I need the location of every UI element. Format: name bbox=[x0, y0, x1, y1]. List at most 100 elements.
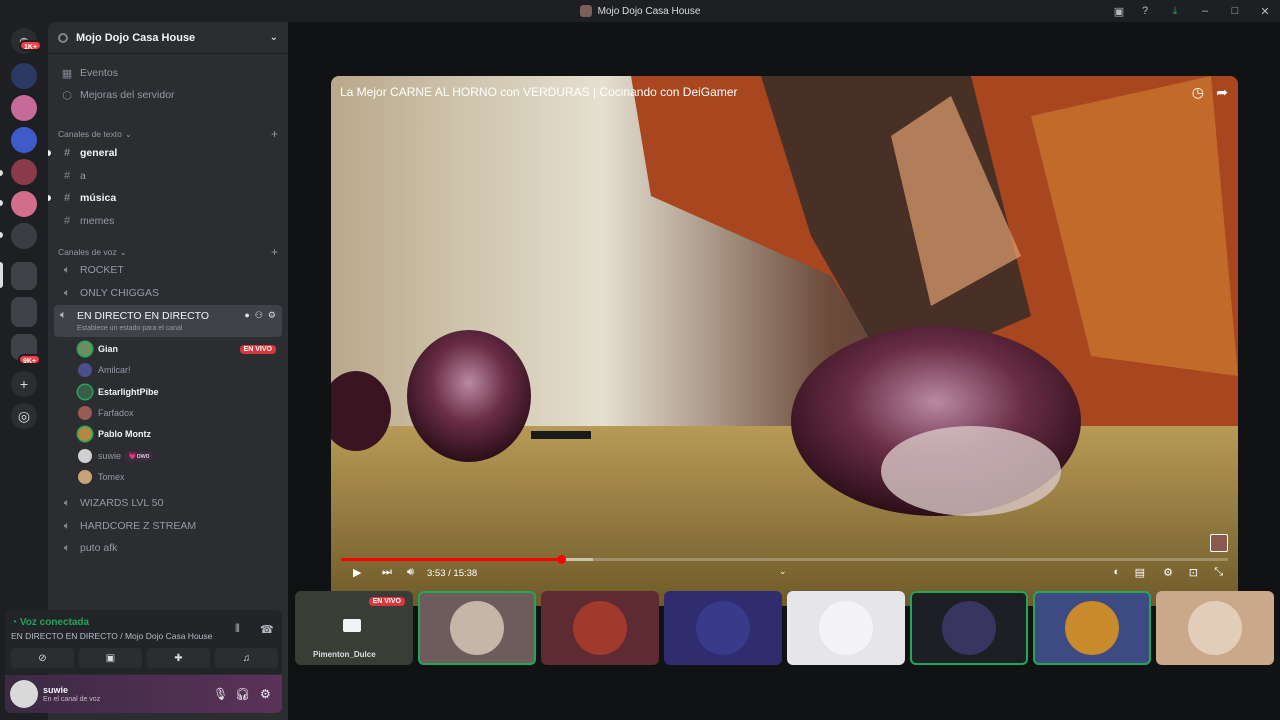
autoplay-toggle-icon[interactable]: ◐ bbox=[1113, 566, 1120, 578]
server-icon[interactable] bbox=[11, 127, 37, 153]
close-icon[interactable]: ✕ bbox=[1250, 0, 1280, 22]
video-title[interactable]: La Mejor CARNE AL HORNO con VERDURAS | C… bbox=[340, 85, 737, 99]
voice-channel-path[interactable]: EN DIRECTO EN DIRECTO / Mojo Dojo Casa H… bbox=[11, 631, 212, 641]
channel-label: memes bbox=[80, 215, 115, 227]
gear-icon[interactable]: ⚙ bbox=[268, 310, 276, 321]
channel-memes[interactable]: # memes bbox=[56, 210, 280, 232]
voice-user[interactable]: Amilcar! bbox=[78, 360, 276, 380]
help-icon[interactable]: ? bbox=[1130, 0, 1160, 22]
voice-user[interactable]: Farfadox bbox=[78, 403, 276, 423]
folder-badge: 9K+ bbox=[18, 354, 42, 365]
speaker-icon: 🔈︎ bbox=[63, 263, 71, 276]
channel-label: ROCKET bbox=[80, 264, 124, 276]
clock-icon[interactable]: ◷ bbox=[1192, 84, 1204, 101]
progress-scrubber[interactable] bbox=[556, 555, 566, 564]
inbox-icon[interactable]: ▣ bbox=[1108, 0, 1130, 22]
voice-channel-rocket[interactable]: 🔈︎ ROCKET bbox=[56, 259, 280, 281]
gear-icon[interactable]: ⚙ bbox=[260, 687, 271, 701]
voice-channel-wizards[interactable]: 🔈︎ WIZARDS LVL 50 bbox=[56, 492, 280, 514]
camera-off-button[interactable]: ⊘ bbox=[11, 648, 74, 668]
server-boost-item[interactable]: ⬡ Mejoras del servidor bbox=[56, 84, 280, 106]
channel-status-hint[interactable]: Establece un estado para el canal bbox=[77, 325, 182, 332]
captions-icon[interactable]: ▤ bbox=[1135, 566, 1145, 579]
play-icon[interactable]: ▶ bbox=[353, 566, 361, 579]
fullscreen-icon[interactable]: ⤡ bbox=[1214, 566, 1223, 579]
invite-icon[interactable]: ⚇ bbox=[255, 310, 263, 321]
hash-icon: # bbox=[63, 147, 71, 159]
voice-channel-hardcore[interactable]: 🔈︎ HARDCORE Z STREAM bbox=[56, 515, 280, 537]
add-server-button[interactable]: + bbox=[11, 371, 37, 397]
avatar bbox=[78, 406, 92, 420]
voice-user[interactable]: Tomex bbox=[78, 467, 276, 487]
participant-tile[interactable] bbox=[418, 591, 536, 665]
participant-tile[interactable] bbox=[1156, 591, 1274, 665]
voice-user[interactable]: suwie 💗owo bbox=[78, 446, 276, 466]
server-folder[interactable] bbox=[11, 262, 37, 290]
voice-user[interactable]: Gian EN VIVO bbox=[78, 339, 276, 359]
unread-indicator bbox=[48, 195, 51, 201]
active-voice-name: EN DIRECTO EN DIRECTO bbox=[77, 310, 210, 322]
text-category[interactable]: Canales de texto ⌄ + bbox=[58, 127, 278, 141]
participant-tile[interactable] bbox=[1033, 591, 1151, 665]
activities-icon: ✚ bbox=[174, 652, 183, 664]
next-icon[interactable]: ⏭ bbox=[382, 566, 392, 579]
server-icon[interactable] bbox=[11, 95, 37, 121]
active-voice-channel[interactable]: 🔈︎ EN DIRECTO EN DIRECTO Establece un es… bbox=[54, 305, 282, 337]
channel-musica[interactable]: # música bbox=[48, 187, 280, 209]
username[interactable]: suwie bbox=[43, 685, 68, 695]
events-item[interactable]: ▦ Eventos bbox=[56, 62, 280, 84]
server-icon[interactable] bbox=[11, 63, 37, 89]
settings-icon[interactable]: ⚙ bbox=[1163, 566, 1173, 579]
disconnect-icon[interactable]: ☎ bbox=[260, 623, 274, 636]
soundboard-button[interactable]: ♫ bbox=[215, 648, 278, 668]
server-header[interactable]: Mojo Dojo Casa House ⌄ bbox=[48, 22, 288, 54]
activities-button[interactable]: ✚ bbox=[147, 648, 210, 668]
channel-general[interactable]: # general bbox=[48, 142, 280, 164]
microphone-icon[interactable]: 🎙︎ bbox=[213, 687, 228, 701]
voice-channel-only-chiggas[interactable]: 🔈︎ ONLY CHIGGAS bbox=[56, 282, 280, 304]
participant-tile[interactable] bbox=[664, 591, 782, 665]
channel-label: HARDCORE Z STREAM bbox=[80, 520, 197, 532]
share-screen-button[interactable]: ▣ bbox=[79, 648, 142, 668]
voice-user-name: Tomex bbox=[98, 472, 125, 482]
speaker-icon: 🔈︎ bbox=[63, 496, 71, 509]
server-folder[interactable] bbox=[11, 223, 37, 249]
volume-icon[interactable]: 🔊︎ bbox=[407, 566, 414, 579]
server-icon[interactable] bbox=[11, 191, 37, 217]
headphones-icon[interactable]: 🎧︎ bbox=[235, 687, 250, 701]
avatar bbox=[78, 385, 92, 399]
voice-channel-afk[interactable]: 🔈︎ puto afk bbox=[56, 537, 280, 559]
add-channel-icon[interactable]: + bbox=[271, 245, 278, 259]
chat-icon[interactable]: ● bbox=[244, 310, 249, 321]
server-icon[interactable] bbox=[11, 159, 37, 185]
hash-icon: # bbox=[63, 192, 71, 204]
channel-label: a bbox=[80, 170, 86, 182]
participant-tile[interactable]: EN VIVO Pimenton_Dulce bbox=[295, 591, 413, 665]
video-player[interactable]: La Mejor CARNE AL HORNO con VERDURAS | C… bbox=[331, 76, 1238, 606]
progress-bar[interactable] bbox=[341, 555, 1228, 564]
chevron-down-icon[interactable]: ⌄ bbox=[779, 566, 787, 577]
participant-tile[interactable] bbox=[910, 591, 1028, 665]
download-icon[interactable]: ⤓ bbox=[1160, 0, 1190, 22]
explore-servers-button[interactable]: ◎ bbox=[11, 403, 37, 429]
minimize-icon[interactable]: – bbox=[1190, 0, 1220, 22]
avatar bbox=[78, 449, 92, 463]
cast-icon[interactable]: ⊡ bbox=[1189, 566, 1198, 579]
channel-a[interactable]: # a bbox=[56, 165, 280, 187]
channel-avatar[interactable] bbox=[1210, 534, 1228, 552]
speaker-icon: 🔈︎ bbox=[63, 541, 71, 554]
video-frame bbox=[331, 76, 1238, 606]
voice-user-name: Pablo Montz bbox=[98, 429, 151, 439]
noise-suppression-icon[interactable]: ⦀ bbox=[235, 623, 240, 636]
voice-category[interactable]: Canales de voz ⌄ + bbox=[58, 245, 278, 259]
share-icon[interactable]: ➦ bbox=[1216, 84, 1228, 101]
add-channel-icon[interactable]: + bbox=[271, 127, 278, 141]
server-folder[interactable] bbox=[11, 297, 37, 327]
avatar[interactable] bbox=[10, 680, 38, 708]
participant-tile[interactable] bbox=[787, 591, 905, 665]
voice-user[interactable]: EstarlightPibe bbox=[78, 382, 276, 402]
voice-user-name: Amilcar! bbox=[98, 365, 131, 375]
voice-user[interactable]: Pablo Montz bbox=[78, 424, 276, 444]
participant-tile[interactable] bbox=[541, 591, 659, 665]
maximize-icon[interactable]: □ bbox=[1220, 0, 1250, 22]
